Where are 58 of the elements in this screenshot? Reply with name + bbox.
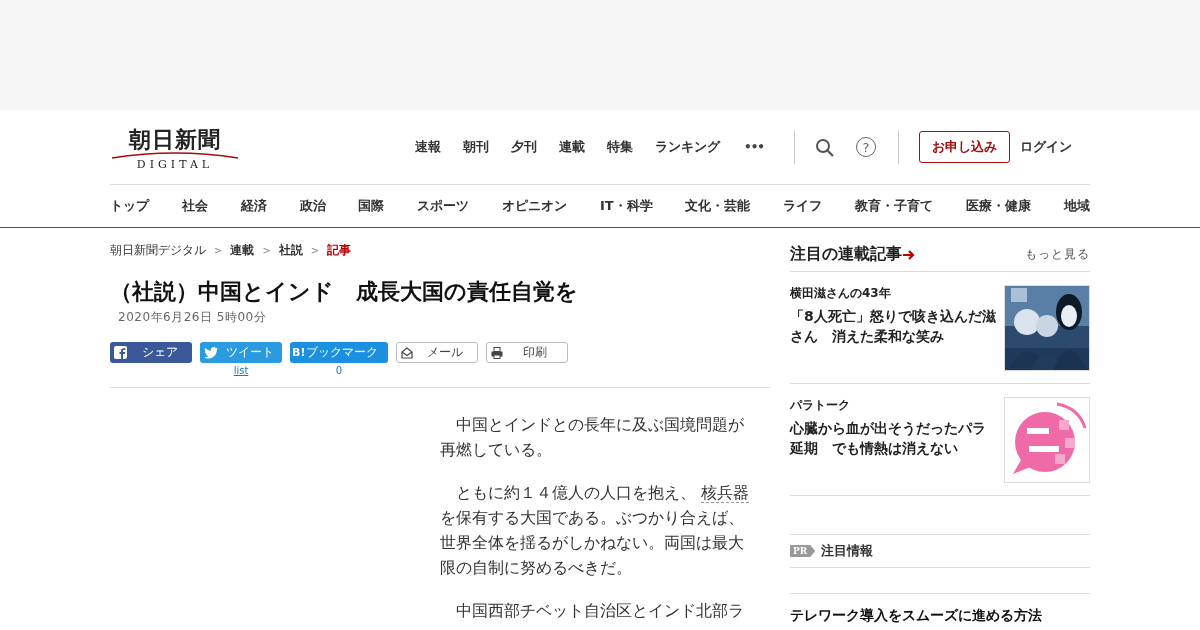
section-title[interactable]: 注目の連載記事: [790, 244, 902, 265]
breadcrumb-separator: >: [310, 245, 320, 256]
logo-subtitle[interactable]: DIGITAL: [136, 159, 214, 171]
article-date: 2020年6月26日 5時00分: [118, 309, 268, 326]
pr-badge: PR: [790, 545, 816, 557]
more-link[interactable]: もっと見る: [1025, 246, 1090, 263]
category-link[interactable]: 文化・芸能: [685, 197, 751, 215]
logo-arc-icon: [110, 151, 240, 159]
breadcrumb-link[interactable]: 朝日新聞デジタル: [110, 242, 206, 259]
more-button[interactable]: •••: [744, 140, 764, 154]
printer-icon: [491, 346, 503, 359]
list-link[interactable]: list: [233, 364, 249, 377]
headline-link[interactable]: 心臓から血が出そうだったパラ延期 でも情熱は消えない: [790, 418, 996, 458]
nav-link[interactable]: 夕刊: [511, 138, 537, 156]
category-link[interactable]: 社会: [181, 197, 208, 215]
share-count: 0: [335, 364, 343, 377]
category-link[interactable]: オピニオン: [502, 197, 568, 215]
nav-link[interactable]: 速報: [415, 138, 441, 156]
nav-link[interactable]: 特集: [607, 138, 633, 156]
nav-link[interactable]: ランキング: [655, 138, 720, 156]
envelope-icon: [401, 346, 413, 359]
arrow-icon: [902, 247, 916, 262]
category-link[interactable]: 経済: [240, 197, 267, 215]
category-link[interactable]: 教育・子育て: [855, 197, 934, 215]
series-label[interactable]: 横田滋さんの43年: [790, 285, 996, 302]
breadcrumb-separator: >: [214, 245, 223, 256]
login-link[interactable]: ログイン: [1020, 138, 1072, 156]
nav-link[interactable]: 朝刊: [463, 138, 489, 156]
search-icon[interactable]: [815, 137, 834, 157]
breadcrumb-separator: >: [262, 245, 271, 256]
category-link[interactable]: ライフ: [783, 197, 823, 215]
headline-link[interactable]: 「8人死亡」怒りで咳き込んだ滋さん 消えた柔和な笑み: [790, 306, 996, 346]
section-title: 注目情報: [821, 542, 874, 560]
category-link[interactable]: トップ: [110, 197, 149, 215]
category-link[interactable]: 医療・健康: [966, 197, 1031, 215]
nav-link[interactable]: 連載: [559, 138, 585, 156]
category-link[interactable]: 地域: [1063, 197, 1090, 215]
subscribe-button[interactable]: お申し込み: [919, 131, 1010, 163]
headline-link[interactable]: テレワーク導入をスムーズに進める方法: [790, 607, 1090, 625]
mail-button[interactable]: メール: [396, 342, 478, 363]
article-paragraph: 中国西部チベット自治区とインド北部ラ: [455, 600, 745, 622]
facebook-icon: [114, 346, 127, 359]
breadcrumb-link[interactable]: 記事: [327, 242, 352, 259]
share-button[interactable]: シェア: [110, 342, 192, 363]
article-paragraph: ともに約１４億人の人口を抱え、 核兵器 を保有する大国である。ぶつかり合えば、世界全体を揺るがしかねない。両国は最大限の自制に努めるべきだ。: [440, 482, 750, 579]
category-link[interactable]: 政治: [299, 197, 326, 215]
term-link[interactable]: 核兵器: [701, 483, 750, 503]
print-button[interactable]: 印刷: [486, 342, 568, 363]
article-paragraph: 中国とインドとの長年に及ぶ国境問題が再燃している。: [440, 414, 745, 461]
category-link[interactable]: IT・科学: [599, 197, 653, 215]
category-link[interactable]: 国際: [358, 197, 385, 215]
category-link[interactable]: スポーツ: [417, 197, 470, 215]
logo-title[interactable]: 朝日新聞: [129, 127, 221, 151]
bird-icon: [204, 346, 218, 359]
breadcrumb-link[interactable]: 社説: [278, 242, 303, 259]
series-label[interactable]: パラトーク: [790, 397, 996, 414]
article-title: （社説）中国とインド 成長大国の責任自覚を: [110, 278, 579, 306]
breadcrumb-link[interactable]: 連載: [230, 242, 255, 259]
